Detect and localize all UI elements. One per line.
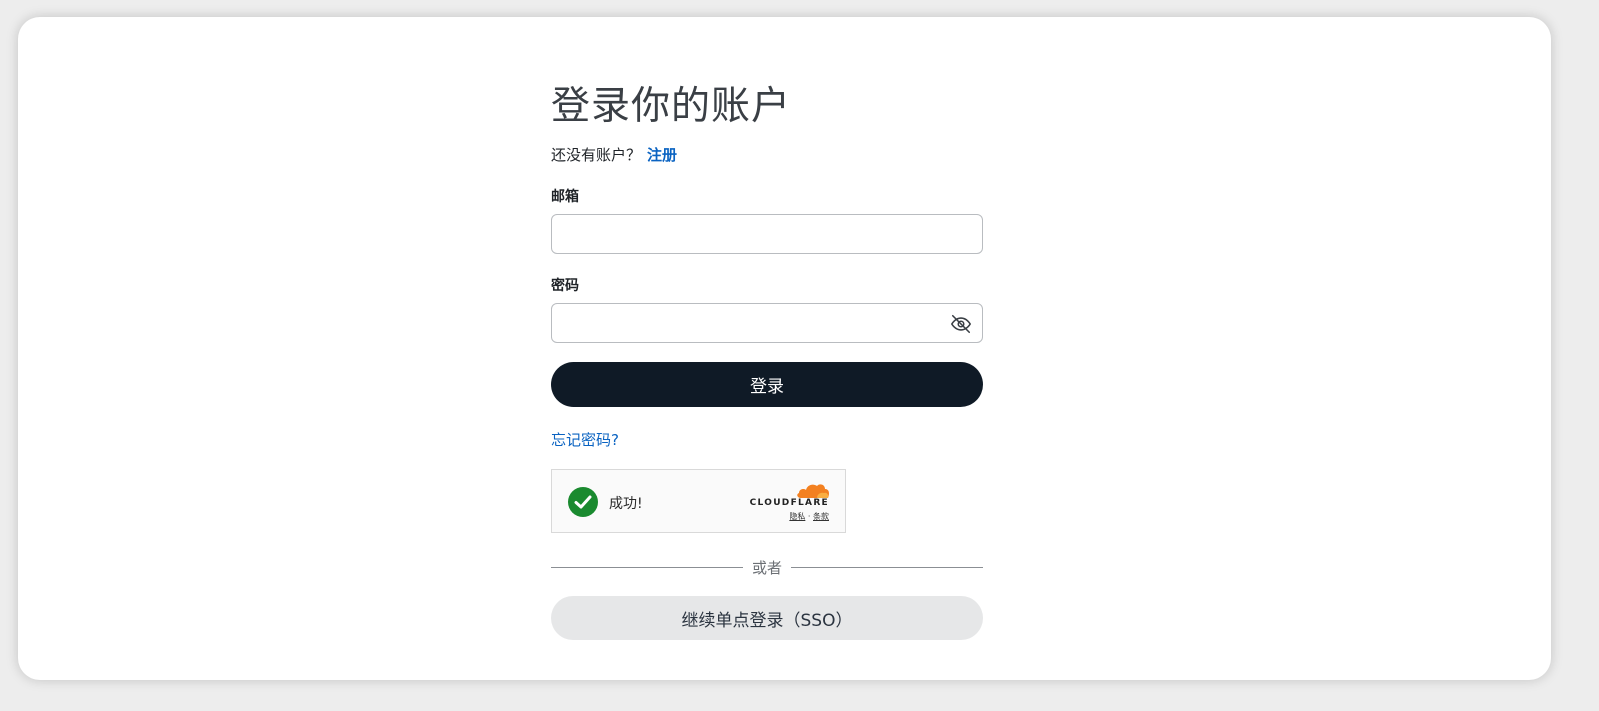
captcha-status: 成功! [609, 496, 643, 512]
signup-prompt: 还没有账户？ 注册 [551, 144, 677, 165]
divider-line-right [791, 567, 983, 568]
page-title: 登录你的账户 [551, 84, 792, 129]
forgot-password-link[interactable]: 忘记密码? [551, 429, 619, 450]
captcha-links: 隐私 · 条款 [789, 511, 829, 522]
privacy-link[interactable]: 隐私 [789, 512, 805, 521]
eye-off-icon[interactable] [950, 313, 972, 335]
captcha-widget[interactable]: 成功! CLOUDFLARE 隐私 · 条款 [551, 469, 846, 533]
terms-link[interactable]: 条款 [813, 512, 829, 521]
no-account-text: 还没有账户？ [551, 146, 642, 164]
email-label: 邮箱 [551, 189, 579, 205]
cloudflare-cloud-icon [797, 484, 829, 498]
link-separator: · [807, 512, 811, 521]
email-field[interactable] [551, 214, 983, 254]
login-window: 登录你的账户 还没有账户？ 注册 邮箱 密码 登录 忘记密码? 成功! CLOU… [18, 17, 1551, 680]
password-label: 密码 [551, 278, 579, 294]
sso-login-button[interactable]: 继续单点登录（SSO） [551, 596, 983, 640]
or-divider: 或者 [551, 557, 983, 577]
login-button[interactable]: 登录 [551, 362, 983, 407]
cloudflare-wordmark: CLOUDFLARE [749, 498, 829, 508]
password-field[interactable] [551, 303, 983, 343]
check-circle-icon [568, 487, 598, 517]
signup-link[interactable]: 注册 [647, 146, 677, 164]
